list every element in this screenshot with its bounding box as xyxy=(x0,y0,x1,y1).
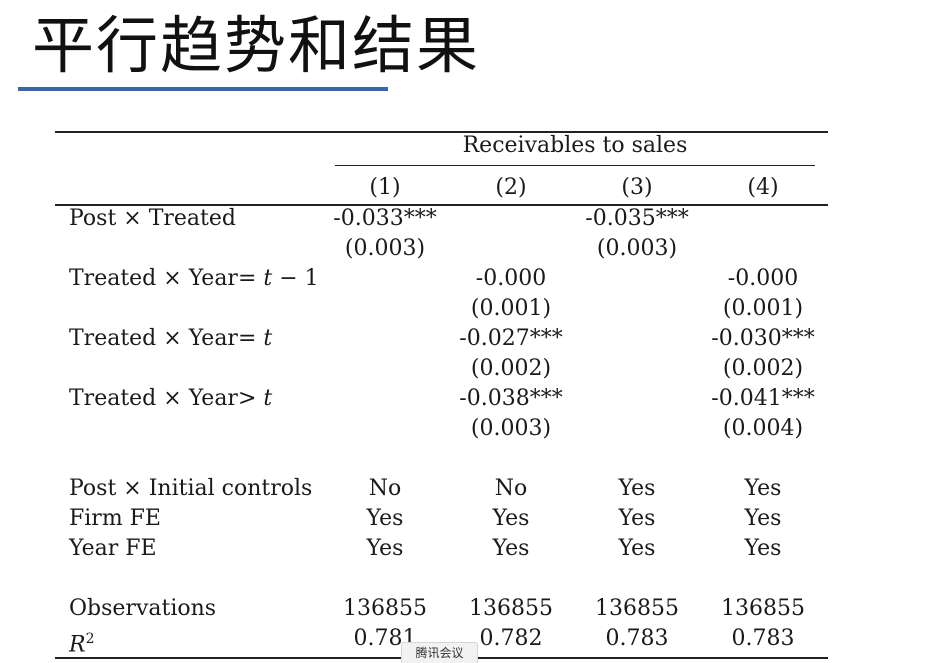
row-label: Treated × Year= t xyxy=(69,326,273,351)
slide-title: 平行趋势和结果 xyxy=(32,9,481,82)
table-cell: Yes xyxy=(744,536,782,561)
row-label: Firm FE xyxy=(69,506,161,531)
row-label: Post × Initial controls xyxy=(69,476,313,501)
table-cell: Yes xyxy=(366,536,404,561)
table-cell: Yes xyxy=(366,506,404,531)
table-cell: (0.003) xyxy=(470,416,552,441)
table-cell: Yes xyxy=(618,536,656,561)
table-cell: (0.003) xyxy=(344,236,426,261)
table-cell: -0.030*** xyxy=(711,326,815,351)
table-cell: -0.027*** xyxy=(459,326,563,351)
table-cell: (0.003) xyxy=(596,236,678,261)
group-header: Receivables to sales xyxy=(462,133,688,158)
table-cell: Yes xyxy=(492,536,530,561)
table-cell: -0.035*** xyxy=(585,206,689,231)
table-cell: No xyxy=(368,476,402,501)
table-cell: -0.033*** xyxy=(333,206,437,231)
table-cell: (0.001) xyxy=(722,296,804,321)
table-cell: -0.041*** xyxy=(711,386,815,411)
table-cell: (0.004) xyxy=(722,416,804,441)
table-cell: Yes xyxy=(492,506,530,531)
table-cell: (0.002) xyxy=(470,356,552,381)
table-cell: No xyxy=(494,476,528,501)
column-header: (3) xyxy=(621,175,653,200)
table-cell: 0.783 xyxy=(731,626,795,651)
table-cell: Yes xyxy=(744,506,782,531)
table-cell: -0.038*** xyxy=(459,386,563,411)
table-cell: 136855 xyxy=(721,596,805,621)
row-label: Observations xyxy=(69,596,217,621)
row-label: R2 xyxy=(69,631,95,658)
table-cell: Yes xyxy=(618,506,656,531)
table-cell: -0.000 xyxy=(727,266,799,291)
row-label: Treated × Year> t xyxy=(69,386,273,411)
meeting-app-badge[interactable]: 腾讯会议 xyxy=(401,642,478,663)
row-label: Post × Treated xyxy=(69,206,236,231)
group-header-rule xyxy=(335,165,815,166)
table-cell: 136855 xyxy=(469,596,553,621)
table-cell: (0.002) xyxy=(722,356,804,381)
column-header: (1) xyxy=(369,175,401,200)
table-cell: Yes xyxy=(618,476,656,501)
row-label: Year FE xyxy=(69,536,157,561)
table-cell: 136855 xyxy=(595,596,679,621)
table-cell: -0.000 xyxy=(475,266,547,291)
column-header: (2) xyxy=(495,175,527,200)
title-underline xyxy=(18,87,388,91)
table-cell: 0.783 xyxy=(605,626,669,651)
table-cell: (0.001) xyxy=(470,296,552,321)
table-cell: 136855 xyxy=(343,596,427,621)
row-label: Treated × Year= t − 1 xyxy=(69,266,319,291)
table-cell: Yes xyxy=(744,476,782,501)
column-header: (4) xyxy=(747,175,779,200)
